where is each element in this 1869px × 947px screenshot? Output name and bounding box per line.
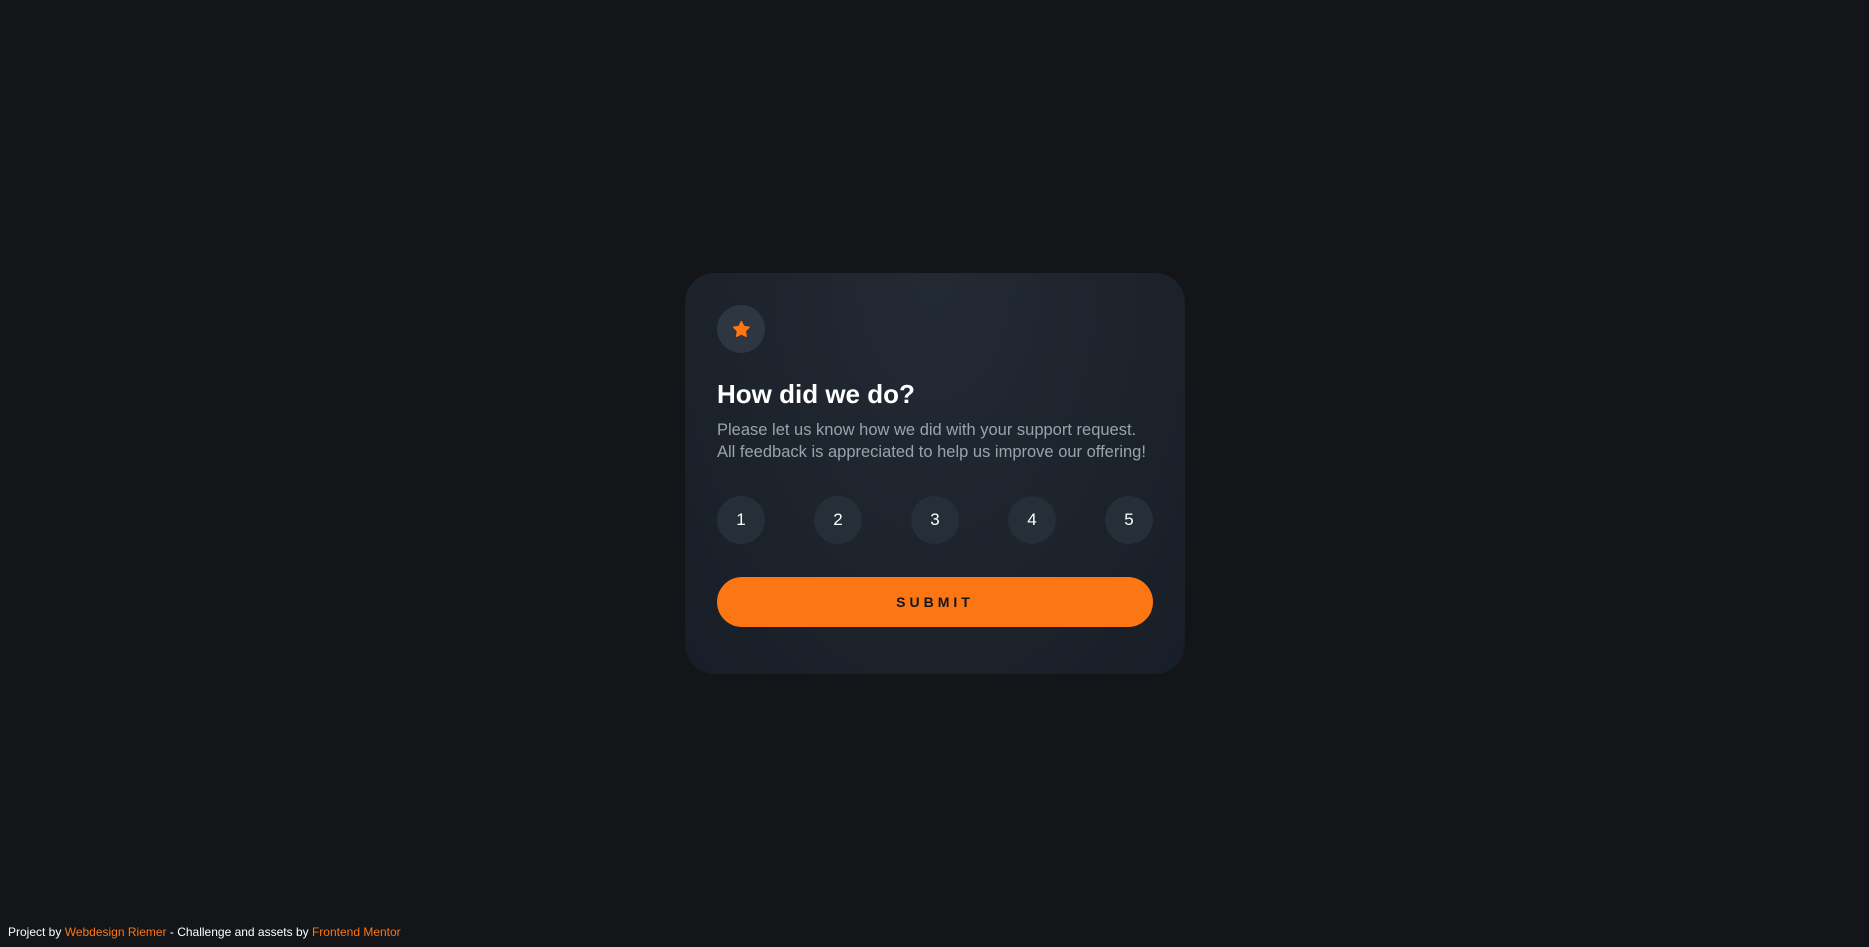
attribution-middle: - Challenge and assets by: [169, 925, 309, 939]
attribution-prefix: Project by: [8, 925, 62, 939]
author-link[interactable]: Webdesign Riemer: [65, 925, 167, 939]
card-title: How did we do?: [717, 379, 915, 409]
rating-button-2[interactable]: 2: [814, 496, 862, 544]
star-icon: [732, 321, 750, 337]
submit-button[interactable]: SUBMIT: [717, 577, 1153, 627]
card-description: Please let us know how we did with your …: [717, 421, 1146, 461]
rating-card: How did we do? Please let us know how we…: [685, 273, 1185, 674]
frontend-mentor-link[interactable]: Frontend Mentor: [312, 925, 401, 939]
rating-button-4[interactable]: 4: [1008, 496, 1056, 544]
rating-button-5[interactable]: 5: [1105, 496, 1153, 544]
rating-button-3[interactable]: 3: [911, 496, 959, 544]
attribution: Project by Webdesign Riemer - Challenge …: [8, 925, 401, 939]
star-badge: [717, 305, 765, 353]
page: How did we do? Please let us know how we…: [0, 0, 1869, 947]
rating-button-1[interactable]: 1: [717, 496, 765, 544]
rating-options: 1 2 3 4 5: [717, 496, 1153, 544]
